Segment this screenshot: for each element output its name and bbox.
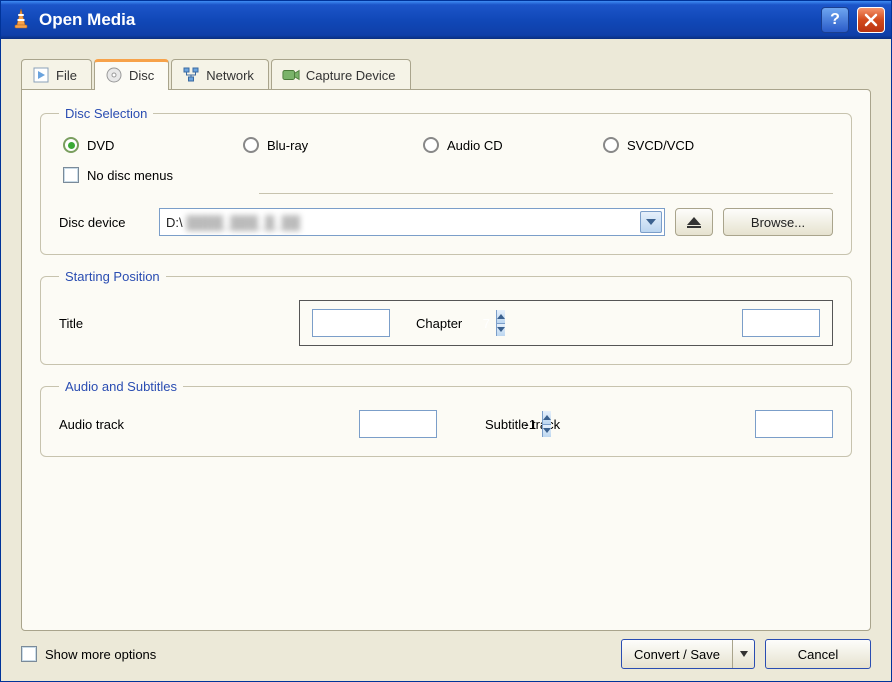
radio-svcdvcd-label: SVCD/VCD: [627, 138, 694, 153]
radio-bluray-label: Blu-ray: [267, 138, 308, 153]
help-button[interactable]: ?: [821, 7, 849, 33]
radio-icon: [243, 137, 259, 153]
tab-network-label: Network: [206, 68, 254, 83]
tab-file[interactable]: File: [21, 59, 92, 90]
disc-device-row: Disc device D:\ ████_███_█_██ Browse...: [59, 208, 833, 236]
arrow-up-icon: [497, 314, 505, 319]
tab-file-label: File: [56, 68, 77, 83]
convert-save-button[interactable]: Convert / Save: [621, 639, 755, 669]
capture-device-icon: [282, 66, 300, 84]
window-title: Open Media: [39, 10, 813, 30]
network-icon: [182, 66, 200, 84]
file-icon: [32, 66, 50, 84]
disc-device-value: D:\ ████_███_█_██: [166, 215, 640, 230]
tab-bar: File Disc Network Capture Device: [21, 55, 871, 89]
titlebar: Open Media ?: [1, 1, 891, 39]
disc-device-dropdown-button[interactable]: [640, 211, 662, 233]
audio-subtitles-group: Audio and Subtitles Audio track Subtitle…: [40, 379, 852, 457]
audio-track-spin-down[interactable]: [542, 424, 551, 438]
radio-audio-cd[interactable]: Audio CD: [423, 137, 543, 153]
disc-type-radio-row: DVD Blu-ray Audio CD SVCD/VCD: [59, 137, 833, 153]
disc-selection-group: Disc Selection DVD Blu-ray Audio CD: [40, 106, 852, 255]
audio-track-label: Audio track: [59, 417, 359, 432]
subtitle-track-spinner[interactable]: [755, 410, 833, 438]
client-area: File Disc Network Capture Device: [1, 39, 891, 681]
tab-network[interactable]: Network: [171, 59, 269, 90]
eject-button[interactable]: [675, 208, 713, 236]
chapter-spinner[interactable]: [742, 309, 820, 337]
radio-icon: [603, 137, 619, 153]
arrow-up-icon: [543, 415, 551, 420]
open-media-dialog: Open Media ? File Disc: [0, 0, 892, 682]
audio-subtitles-legend: Audio and Subtitles: [59, 379, 183, 394]
no-disc-menus-label: No disc menus: [87, 168, 173, 183]
title-spinner[interactable]: [312, 309, 390, 337]
radio-audiocd-label: Audio CD: [447, 138, 503, 153]
browse-button-label: Browse...: [751, 215, 805, 230]
title-label: Title: [59, 316, 299, 331]
tab-disc-label: Disc: [129, 68, 154, 83]
subtitle-track-input[interactable]: [756, 411, 892, 437]
audio-track-spinner[interactable]: [359, 410, 437, 438]
title-spin-up[interactable]: [496, 310, 505, 323]
starting-position-group: Starting Position Title Chapter: [40, 269, 852, 365]
cancel-button[interactable]: Cancel: [765, 639, 871, 669]
tab-capture-label: Capture Device: [306, 68, 396, 83]
arrow-down-icon: [497, 327, 505, 332]
show-more-options-checkbox[interactable]: [21, 646, 37, 662]
vlc-cone-icon: [11, 7, 31, 34]
radio-icon: [423, 137, 439, 153]
show-more-options-label: Show more options: [45, 647, 156, 662]
convert-save-label: Convert / Save: [622, 640, 732, 668]
radio-svcd-vcd[interactable]: SVCD/VCD: [603, 137, 723, 153]
browse-button[interactable]: Browse...: [723, 208, 833, 236]
dialog-footer: Show more options Convert / Save Cancel: [21, 631, 871, 669]
disc-device-combo[interactable]: D:\ ████_███_█_██: [159, 208, 665, 236]
chapter-input[interactable]: [743, 310, 892, 336]
tab-disc[interactable]: Disc: [94, 59, 169, 90]
close-button[interactable]: [857, 7, 885, 33]
title-spin-down[interactable]: [496, 323, 505, 337]
radio-dvd-label: DVD: [87, 138, 114, 153]
title-chapter-focus-box: Chapter: [299, 300, 833, 346]
disc-selection-legend: Disc Selection: [59, 106, 153, 121]
radio-bluray[interactable]: Blu-ray: [243, 137, 363, 153]
convert-save-dropdown[interactable]: [732, 640, 754, 668]
disc-device-label: Disc device: [59, 215, 149, 230]
divider: [259, 193, 833, 194]
starting-position-legend: Starting Position: [59, 269, 166, 284]
title-input[interactable]: [313, 310, 496, 336]
cancel-button-label: Cancel: [798, 647, 838, 662]
audio-track-input[interactable]: [360, 411, 542, 437]
chevron-down-icon: [646, 219, 656, 225]
tab-capture-device[interactable]: Capture Device: [271, 59, 411, 90]
disc-panel: Disc Selection DVD Blu-ray Audio CD: [21, 89, 871, 631]
radio-icon: [63, 137, 79, 153]
radio-dvd[interactable]: DVD: [63, 137, 183, 153]
no-disc-menus-row: No disc menus: [59, 167, 833, 183]
audio-track-spin-up[interactable]: [542, 411, 551, 424]
disc-icon: [105, 66, 123, 84]
eject-icon: [687, 217, 701, 228]
no-disc-menus-checkbox[interactable]: [63, 167, 79, 183]
arrow-down-icon: [543, 428, 551, 433]
